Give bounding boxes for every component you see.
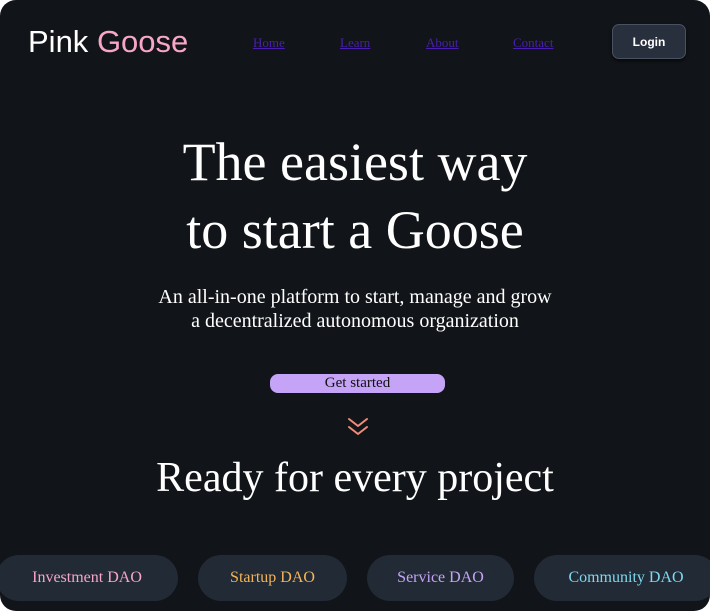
brand-word-pink: Pink <box>28 24 89 59</box>
login-button[interactable]: Login <box>612 24 686 59</box>
brand-logo[interactable]: Pink Goose <box>28 22 188 62</box>
hero-subtitle-line-2: a decentralized autonomous organization <box>191 310 519 332</box>
hero-subtitle-line-1: An all-in-one platform to start, manage … <box>158 286 552 308</box>
dao-type-investment[interactable]: Investment DAO <box>0 555 178 601</box>
hero-subtitle: An all-in-one platform to start, manage … <box>0 285 710 333</box>
nav-link-home[interactable]: Home <box>253 35 285 51</box>
hero-title-line-1: The easiest way <box>182 132 528 192</box>
hero-title: The easiest way to start a Goose <box>0 128 710 264</box>
landing-page: Pink Goose Home Learn About Contact Logi… <box>0 0 710 611</box>
brand-word-goose: Goose <box>96 24 189 59</box>
dao-type-community[interactable]: Community DAO <box>534 555 710 601</box>
nav-link-about[interactable]: About <box>426 35 459 51</box>
dao-type-service[interactable]: Service DAO <box>367 555 514 601</box>
nav-link-learn[interactable]: Learn <box>340 35 370 51</box>
dao-type-startup[interactable]: Startup DAO <box>198 555 347 601</box>
get-started-button[interactable]: Get started <box>270 374 445 393</box>
nav-link-contact[interactable]: Contact <box>513 35 553 51</box>
section-title: Ready for every project <box>156 455 554 501</box>
hero-title-line-2: to start a Goose <box>186 200 524 260</box>
double-chevron-down-icon[interactable] <box>347 416 369 438</box>
